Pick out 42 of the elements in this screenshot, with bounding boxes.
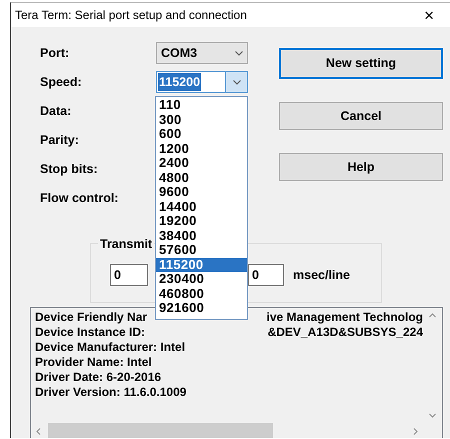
info-text: &DEV_A13D&SUBSYS_224 <box>268 325 423 340</box>
input-field[interactable]: 0 <box>248 264 284 286</box>
dropdown-option[interactable]: 921600 <box>156 301 247 316</box>
field-label: Flow control: <box>40 190 120 207</box>
dropdown-option[interactable]: 230400 <box>156 272 247 286</box>
field-label: Speed: <box>40 74 83 91</box>
dropdown-option[interactable]: 110 <box>156 98 247 112</box>
info-text: Driver Date: 6-20-2016 <box>35 370 162 385</box>
dropdown-option[interactable]: 600 <box>156 127 247 142</box>
info-text: Driver Version: 11.6.0.1009 <box>35 385 186 400</box>
dropdown-option[interactable]: 38400 <box>156 228 247 243</box>
dropdown-option[interactable]: 115200 <box>156 258 247 272</box>
input-field[interactable]: 0 <box>110 264 148 286</box>
dropdown-option[interactable]: 19200 <box>156 214 247 228</box>
info-text: Provider Name: Intel <box>35 355 152 370</box>
dialog-button[interactable]: New setting <box>279 48 443 79</box>
dropdown-option[interactable]: 57600 <box>156 243 247 258</box>
dropdown-option[interactable]: 4800 <box>156 170 247 185</box>
chevron-down-icon <box>235 50 243 56</box>
dropdown-option[interactable]: 460800 <box>156 286 247 301</box>
dialog-button[interactable]: Cancel <box>279 102 443 130</box>
dropdown-option[interactable]: 300 <box>156 112 247 127</box>
scrollbar-thumb[interactable] <box>48 423 273 438</box>
field-label: Parity: <box>40 132 80 149</box>
dropdown-option[interactable]: 2400 <box>156 156 247 170</box>
dropdown-field[interactable]: 115200 <box>156 71 248 93</box>
chevron-down-icon <box>232 80 240 84</box>
info-text: Device Friendly Nar <box>35 310 148 325</box>
dropdown-option[interactable]: 9600 <box>156 185 247 200</box>
close-button[interactable]: × <box>424 6 434 24</box>
info-text: Device Instance ID: <box>35 325 146 340</box>
field-label: Stop bits: <box>40 160 99 178</box>
info-text: ive Management Technolog <box>266 310 423 325</box>
dialog-button[interactable]: Help <box>279 153 443 181</box>
info-text: Device Manufacturer: Intel <box>35 340 186 355</box>
unit-label: msec/line <box>293 266 350 284</box>
window-title: Tera Term: Serial port setup and connection <box>15 7 247 24</box>
dropdown-option[interactable]: 14400 <box>156 200 247 214</box>
field-label: Data: <box>40 102 72 120</box>
dropdown-field[interactable]: COM3 <box>156 42 248 64</box>
dropdown-option[interactable]: 1200 <box>156 142 247 156</box>
field-label: Port: <box>40 44 70 62</box>
